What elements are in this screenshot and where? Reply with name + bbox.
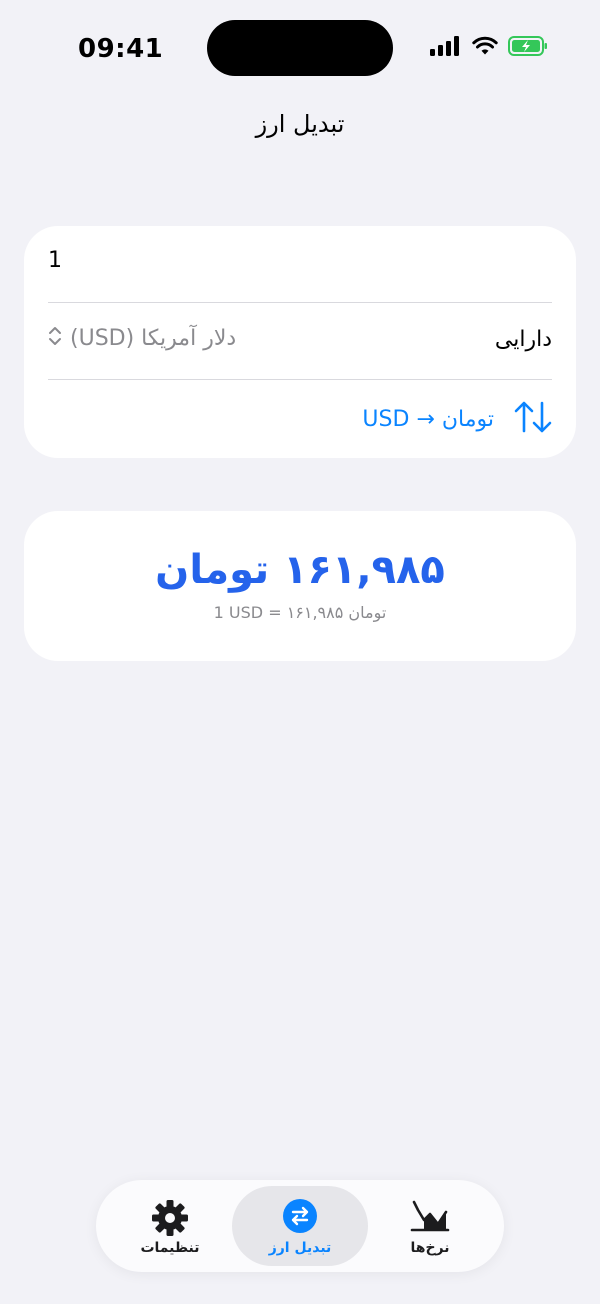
asset-label: دارایی <box>494 327 552 352</box>
swap-row: USD → تومان <box>48 380 552 458</box>
amount-input[interactable] <box>48 248 348 273</box>
asset-row: دلار آمریکا (USD) دارایی <box>48 303 552 380</box>
tab-bar: تنظیمات تبدیل ارز نرخ‌ها <box>96 1180 504 1272</box>
asset-picker-value: دلار آمریکا (USD) <box>70 325 237 351</box>
status-bar: 09:41 <box>0 0 600 96</box>
swap-direction-label: USD → تومان <box>362 406 494 432</box>
dynamic-island <box>207 20 393 76</box>
amount-row <box>48 226 552 303</box>
tab-label: تبدیل ارز <box>268 1240 332 1256</box>
chart-icon <box>410 1198 450 1238</box>
converter-card: دلار آمریکا (USD) دارایی USD → تومان <box>24 226 576 458</box>
page-title: تبدیل ارز <box>255 110 345 138</box>
exchange-rate-text: 1 USD = ۱۶۱,۹۸۵ تومان <box>213 603 387 622</box>
tab-settings[interactable]: تنظیمات <box>102 1186 238 1266</box>
chevron-up-down-icon <box>48 325 62 351</box>
swap-arrows-icon <box>514 400 552 438</box>
tab-label: نرخ‌ها <box>410 1240 450 1256</box>
wifi-icon <box>472 36 498 56</box>
status-icons <box>430 36 548 56</box>
swap-direction-button[interactable]: USD → تومان <box>362 400 552 438</box>
gear-icon <box>150 1198 190 1242</box>
converted-value: ۱۶۱,۹۸۵ تومان <box>155 547 445 593</box>
convert-icon <box>282 1198 318 1238</box>
tab-label: تنظیمات <box>140 1240 200 1256</box>
battery-icon <box>508 36 548 56</box>
tab-rates[interactable]: نرخ‌ها <box>362 1186 498 1266</box>
tab-convert[interactable]: تبدیل ارز <box>232 1186 368 1266</box>
result-card: ۱۶۱,۹۸۵ تومان 1 USD = ۱۶۱,۹۸۵ تومان <box>24 511 576 661</box>
asset-picker[interactable]: دلار آمریکا (USD) <box>48 325 236 351</box>
cellular-signal-icon <box>430 36 462 56</box>
status-time: 09:41 <box>78 34 164 64</box>
